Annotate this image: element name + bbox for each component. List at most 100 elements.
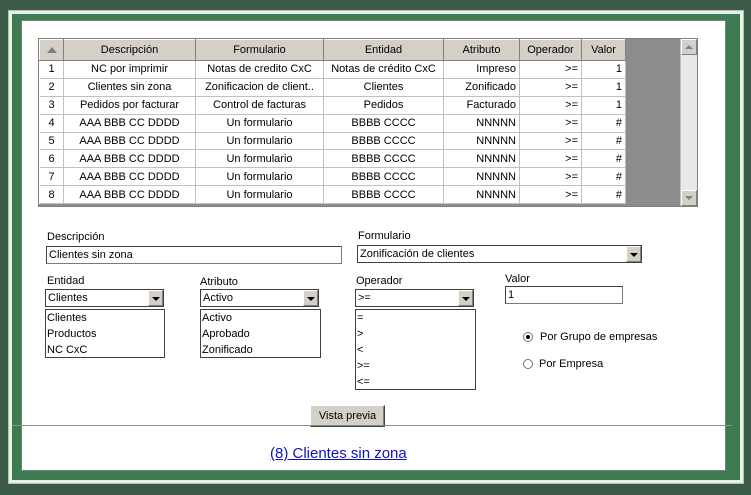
cell-atributo[interactable]: Zonificado xyxy=(443,78,520,97)
cell-descripcion[interactable]: AAA BBB CC DDDD xyxy=(63,167,196,187)
cell-entidad[interactable]: BBBB CCCC xyxy=(323,167,444,187)
cell-formulario[interactable]: Un formulario xyxy=(195,185,324,205)
entidad-option[interactable]: Clientes xyxy=(46,310,164,326)
operador-option[interactable]: > xyxy=(356,326,475,342)
table-row[interactable]: 5 AAA BBB CC DDDD Un formulario BBBB CCCC NN… xyxy=(39,132,626,151)
rules-grid[interactable]: Descripción Formulario Entidad Atributo … xyxy=(38,38,698,207)
cell-operador[interactable]: >= xyxy=(519,78,582,97)
cell-atributo[interactable]: Facturado xyxy=(443,96,520,115)
table-row[interactable]: 6 AAA BBB CC DDDD Un formulario BBBB CCCC NN… xyxy=(39,149,626,169)
table-row[interactable]: 7 AAA BBB CC DDDD Un formulario BBBB CCCC NN… xyxy=(39,167,626,187)
cell-entidad[interactable]: Pedidos xyxy=(323,96,444,115)
cell-entidad[interactable]: BBBB CCCC xyxy=(323,185,444,205)
entidad-option[interactable]: NC CxC xyxy=(46,342,164,357)
cell-atributo[interactable]: NNNNN xyxy=(443,114,520,133)
atributo-listbox[interactable]: Activo Aprobado Zonificado xyxy=(200,309,321,358)
cell-valor[interactable]: # xyxy=(581,132,626,151)
cell-entidad[interactable]: BBBB CCCC xyxy=(323,114,444,133)
row-number[interactable]: 8 xyxy=(39,185,64,205)
cell-formulario[interactable]: Notas de credito CxC xyxy=(195,60,324,79)
select-all-header[interactable] xyxy=(39,39,64,61)
scroll-up-button[interactable] xyxy=(681,39,697,55)
grid-vertical-scrollbar[interactable] xyxy=(680,39,697,206)
column-header-valor[interactable]: Valor xyxy=(581,39,626,61)
cell-formulario[interactable]: Un formulario xyxy=(195,167,324,187)
cell-operador[interactable]: >= xyxy=(519,167,582,187)
cell-entidad[interactable]: BBBB CCCC xyxy=(323,132,444,151)
cell-descripcion[interactable]: AAA BBB CC DDDD xyxy=(63,132,196,151)
row-number[interactable]: 1 xyxy=(39,60,64,79)
table-row[interactable]: 3 Pedidos por facturar Control de facturas… xyxy=(39,96,626,115)
dropdown-arrow-icon[interactable] xyxy=(626,246,641,262)
dropdown-arrow-icon[interactable] xyxy=(148,290,163,306)
atributo-option[interactable]: Zonificado xyxy=(201,342,320,357)
cell-valor[interactable]: # xyxy=(581,185,626,205)
row-number[interactable]: 7 xyxy=(39,167,64,187)
cell-descripcion[interactable]: NC por imprimir xyxy=(63,60,196,79)
cell-descripcion[interactable]: AAA BBB CC DDDD xyxy=(63,114,196,133)
cell-formulario[interactable]: Zonificacion de client.. xyxy=(195,78,324,97)
table-row[interactable]: 1 NC por imprimir Notas de credito CxC Nota… xyxy=(39,60,626,79)
cell-atributo[interactable]: NNNNN xyxy=(443,185,520,205)
operador-option[interactable]: <= xyxy=(356,374,475,389)
cell-operador[interactable]: >= xyxy=(519,149,582,169)
cell-valor[interactable]: # xyxy=(581,114,626,133)
cell-descripcion[interactable]: AAA BBB CC DDDD xyxy=(63,149,196,169)
column-header-atributo[interactable]: Atributo xyxy=(443,39,520,61)
operador-option[interactable]: = xyxy=(356,310,475,326)
cell-valor[interactable]: # xyxy=(581,149,626,169)
vista-previa-button[interactable]: Vista previa xyxy=(310,405,385,427)
dropdown-arrow-icon[interactable] xyxy=(303,290,318,306)
result-link[interactable]: (8) Clientes sin zona xyxy=(270,445,407,462)
cell-formulario[interactable]: Un formulario xyxy=(195,132,324,151)
row-number[interactable]: 5 xyxy=(39,132,64,151)
cell-atributo[interactable]: NNNNN xyxy=(443,167,520,187)
cell-descripcion[interactable]: Pedidos por facturar xyxy=(63,96,196,115)
radio-por-grupo-label[interactable]: Por Grupo de empresas xyxy=(540,331,657,343)
atributo-select[interactable]: Activo xyxy=(200,289,319,307)
dropdown-arrow-icon[interactable] xyxy=(458,290,473,306)
cell-operador[interactable]: >= xyxy=(519,114,582,133)
entidad-select[interactable]: Clientes xyxy=(45,289,164,307)
cell-valor[interactable]: 1 xyxy=(581,78,626,97)
descripcion-input[interactable] xyxy=(46,246,342,264)
row-number[interactable]: 4 xyxy=(39,114,64,133)
atributo-option[interactable]: Activo xyxy=(201,310,320,326)
operador-option[interactable]: >= xyxy=(356,358,475,374)
operador-option[interactable]: < xyxy=(356,342,475,358)
valor-input[interactable] xyxy=(505,286,623,304)
cell-formulario[interactable]: Control de facturas xyxy=(195,96,324,115)
table-row[interactable]: 2 Clientes sin zona Zonificacion de client… xyxy=(39,78,626,97)
operador-listbox[interactable]: = > < >= <= xyxy=(355,309,476,390)
cell-operador[interactable]: >= xyxy=(519,60,582,79)
column-header-entidad[interactable]: Entidad xyxy=(323,39,444,61)
radio-por-grupo-icon[interactable] xyxy=(523,332,533,342)
cell-operador[interactable]: >= xyxy=(519,185,582,205)
cell-atributo[interactable]: Impreso xyxy=(443,60,520,79)
row-number[interactable]: 6 xyxy=(39,149,64,169)
row-number[interactable]: 3 xyxy=(39,96,64,115)
cell-entidad[interactable]: Clientes xyxy=(323,78,444,97)
cell-descripcion[interactable]: Clientes sin zona xyxy=(63,78,196,97)
radio-por-empresa-label[interactable]: Por Empresa xyxy=(539,358,603,370)
operador-select[interactable]: >= xyxy=(355,289,474,307)
cell-valor[interactable]: # xyxy=(581,167,626,187)
column-header-operador[interactable]: Operador xyxy=(519,39,582,61)
entidad-option[interactable]: Productos xyxy=(46,326,164,342)
table-row[interactable]: 8 AAA BBB CC DDDD Un formulario BBBB CCCC NN… xyxy=(39,185,626,205)
cell-valor[interactable]: 1 xyxy=(581,60,626,79)
atributo-option[interactable]: Aprobado xyxy=(201,326,320,342)
row-number[interactable]: 2 xyxy=(39,78,64,97)
cell-valor[interactable]: 1 xyxy=(581,96,626,115)
column-header-descripcion[interactable]: Descripción xyxy=(63,39,196,61)
cell-entidad[interactable]: BBBB CCCC xyxy=(323,149,444,169)
cell-atributo[interactable]: NNNNN xyxy=(443,132,520,151)
column-header-formulario[interactable]: Formulario xyxy=(195,39,324,61)
cell-descripcion[interactable]: AAA BBB CC DDDD xyxy=(63,185,196,205)
cell-entidad[interactable]: Notas de crédito CxC xyxy=(323,60,444,79)
cell-formulario[interactable]: Un formulario xyxy=(195,114,324,133)
formulario-select[interactable]: Zonificación de clientes xyxy=(357,245,642,263)
cell-operador[interactable]: >= xyxy=(519,132,582,151)
cell-operador[interactable]: >= xyxy=(519,96,582,115)
cell-formulario[interactable]: Un formulario xyxy=(195,149,324,169)
